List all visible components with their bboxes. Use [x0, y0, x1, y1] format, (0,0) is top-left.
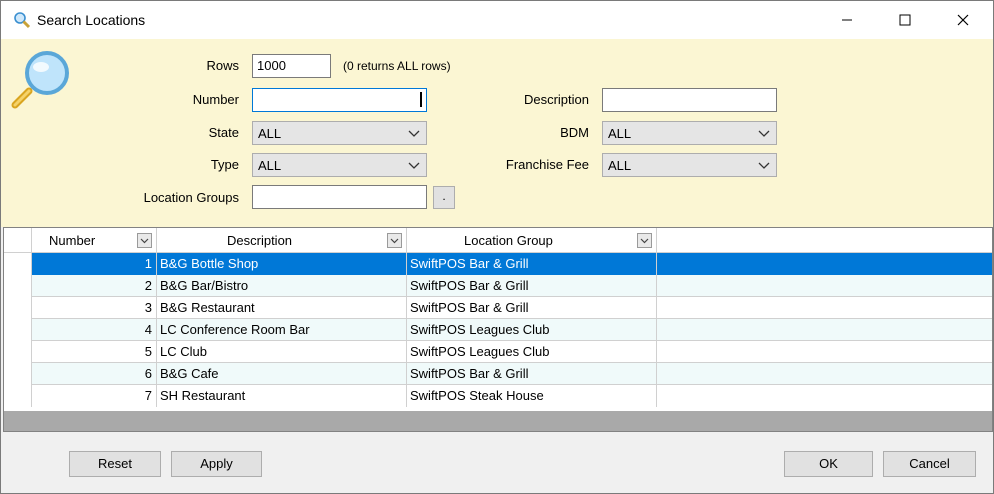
column-header-label: Location Group: [464, 233, 553, 248]
row-header[interactable]: [4, 363, 32, 385]
search-icon: [14, 12, 31, 29]
cell-description: B&G Bar/Bistro: [157, 275, 407, 297]
column-header-location-group[interactable]: Location Group: [407, 228, 657, 253]
chevron-down-icon: [758, 162, 770, 169]
reset-button[interactable]: Reset: [69, 451, 161, 477]
chevron-down-icon: [758, 130, 770, 137]
apply-button[interactable]: Apply: [171, 451, 262, 477]
column-filter-button[interactable]: [137, 233, 152, 248]
cell-description: LC Conference Room Bar: [157, 319, 407, 341]
type-select[interactable]: ALL: [252, 153, 427, 177]
table-row[interactable]: 1 B&G Bottle Shop SwiftPOS Bar & Grill: [4, 253, 992, 275]
grid-header-row: Number Description Location Group: [4, 228, 992, 253]
filter-panel: Rows 1000 (0 returns ALL rows) Number De…: [1, 39, 993, 227]
franchise-fee-label: Franchise Fee: [505, 157, 589, 172]
close-button[interactable]: [934, 1, 992, 39]
text-caret: [420, 92, 422, 107]
type-label: Type: [210, 157, 239, 172]
table-row[interactable]: 4 LC Conference Room Bar SwiftPOS League…: [4, 319, 992, 341]
column-header-label: Description: [227, 233, 293, 248]
close-icon: [957, 14, 969, 26]
chevron-down-icon: [140, 238, 149, 244]
cell-description: B&G Restaurant: [157, 297, 407, 319]
number-label: Number: [192, 92, 239, 107]
minimize-button[interactable]: [818, 1, 876, 39]
table-row[interactable]: 6 B&G Cafe SwiftPOS Bar & Grill: [4, 363, 992, 385]
cell-filler: [657, 253, 992, 275]
cell-number: 4: [32, 319, 157, 341]
cell-number: 5: [32, 341, 157, 363]
cell-location-group: SwiftPOS Bar & Grill: [407, 297, 657, 319]
location-groups-input[interactable]: [252, 185, 427, 209]
cell-number: 7: [32, 385, 157, 407]
minimize-icon: [842, 19, 852, 21]
description-label: Description: [523, 92, 589, 107]
cell-location-group: SwiftPOS Bar & Grill: [407, 253, 657, 275]
cell-location-group: SwiftPOS Steak House: [407, 385, 657, 407]
type-value: ALL: [258, 158, 282, 173]
cell-location-group: SwiftPOS Bar & Grill: [407, 363, 657, 385]
cell-description: SH Restaurant: [157, 385, 407, 407]
row-header[interactable]: [4, 253, 32, 275]
franchise-fee-value: ALL: [608, 158, 632, 173]
search-locations-window: Search Locations Rows 1000 (0 returns AL…: [0, 0, 994, 494]
state-value: ALL: [258, 126, 282, 141]
grid-body: Number Description Location Group 1 B&G …: [4, 228, 992, 411]
cell-number: 1: [32, 253, 157, 275]
cell-number: 2: [32, 275, 157, 297]
column-header-description[interactable]: Description: [157, 228, 407, 253]
maximize-icon: [899, 14, 911, 26]
bdm-select[interactable]: ALL: [602, 121, 777, 145]
cell-location-group: SwiftPOS Leagues Club: [407, 341, 657, 363]
table-row[interactable]: 3 B&G Restaurant SwiftPOS Bar & Grill: [4, 297, 992, 319]
column-filter-button[interactable]: [637, 233, 652, 248]
row-header-corner: [4, 228, 32, 253]
chevron-down-icon: [408, 130, 420, 137]
row-header[interactable]: [4, 341, 32, 363]
location-groups-browse-button[interactable]: .: [433, 186, 455, 209]
franchise-fee-select[interactable]: ALL: [602, 153, 777, 177]
magnifier-icon: [11, 51, 69, 109]
title-bar: Search Locations: [1, 1, 993, 39]
cell-description: LC Club: [157, 341, 407, 363]
rows-hint: (0 returns ALL rows): [343, 59, 451, 73]
results-grid: Number Description Location Group 1 B&G …: [3, 227, 993, 432]
cell-number: 6: [32, 363, 157, 385]
chevron-down-icon: [640, 238, 649, 244]
bdm-label: BDM: [560, 125, 589, 140]
column-filter-button[interactable]: [387, 233, 402, 248]
cell-number: 3: [32, 297, 157, 319]
maximize-button[interactable]: [876, 1, 934, 39]
location-groups-label: Location Groups: [143, 190, 239, 205]
rows-input[interactable]: 1000: [252, 54, 331, 78]
column-header-number[interactable]: Number: [32, 228, 157, 253]
table-row[interactable]: 2 B&G Bar/Bistro SwiftPOS Bar & Grill: [4, 275, 992, 297]
row-header[interactable]: [4, 385, 32, 407]
state-label: State: [208, 125, 239, 140]
bdm-value: ALL: [608, 126, 632, 141]
chevron-down-icon: [390, 238, 399, 244]
table-row[interactable]: 5 LC Club SwiftPOS Leagues Club: [4, 341, 992, 363]
cancel-button[interactable]: Cancel: [883, 451, 976, 477]
ok-button[interactable]: OK: [784, 451, 873, 477]
cell-description: B&G Bottle Shop: [157, 253, 407, 275]
row-header[interactable]: [4, 319, 32, 341]
column-header-label: Number: [49, 233, 96, 248]
row-header[interactable]: [4, 275, 32, 297]
window-title: Search Locations: [37, 12, 146, 28]
row-header[interactable]: [4, 297, 32, 319]
cell-location-group: SwiftPOS Bar & Grill: [407, 275, 657, 297]
state-select[interactable]: ALL: [252, 121, 427, 145]
cell-description: B&G Cafe: [157, 363, 407, 385]
rows-label: Rows: [206, 58, 239, 73]
chevron-down-icon: [408, 162, 420, 169]
description-input[interactable]: [602, 88, 777, 112]
cell-location-group: SwiftPOS Leagues Club: [407, 319, 657, 341]
number-input[interactable]: [252, 88, 427, 112]
table-row[interactable]: 7 SH Restaurant SwiftPOS Steak House: [4, 385, 992, 407]
